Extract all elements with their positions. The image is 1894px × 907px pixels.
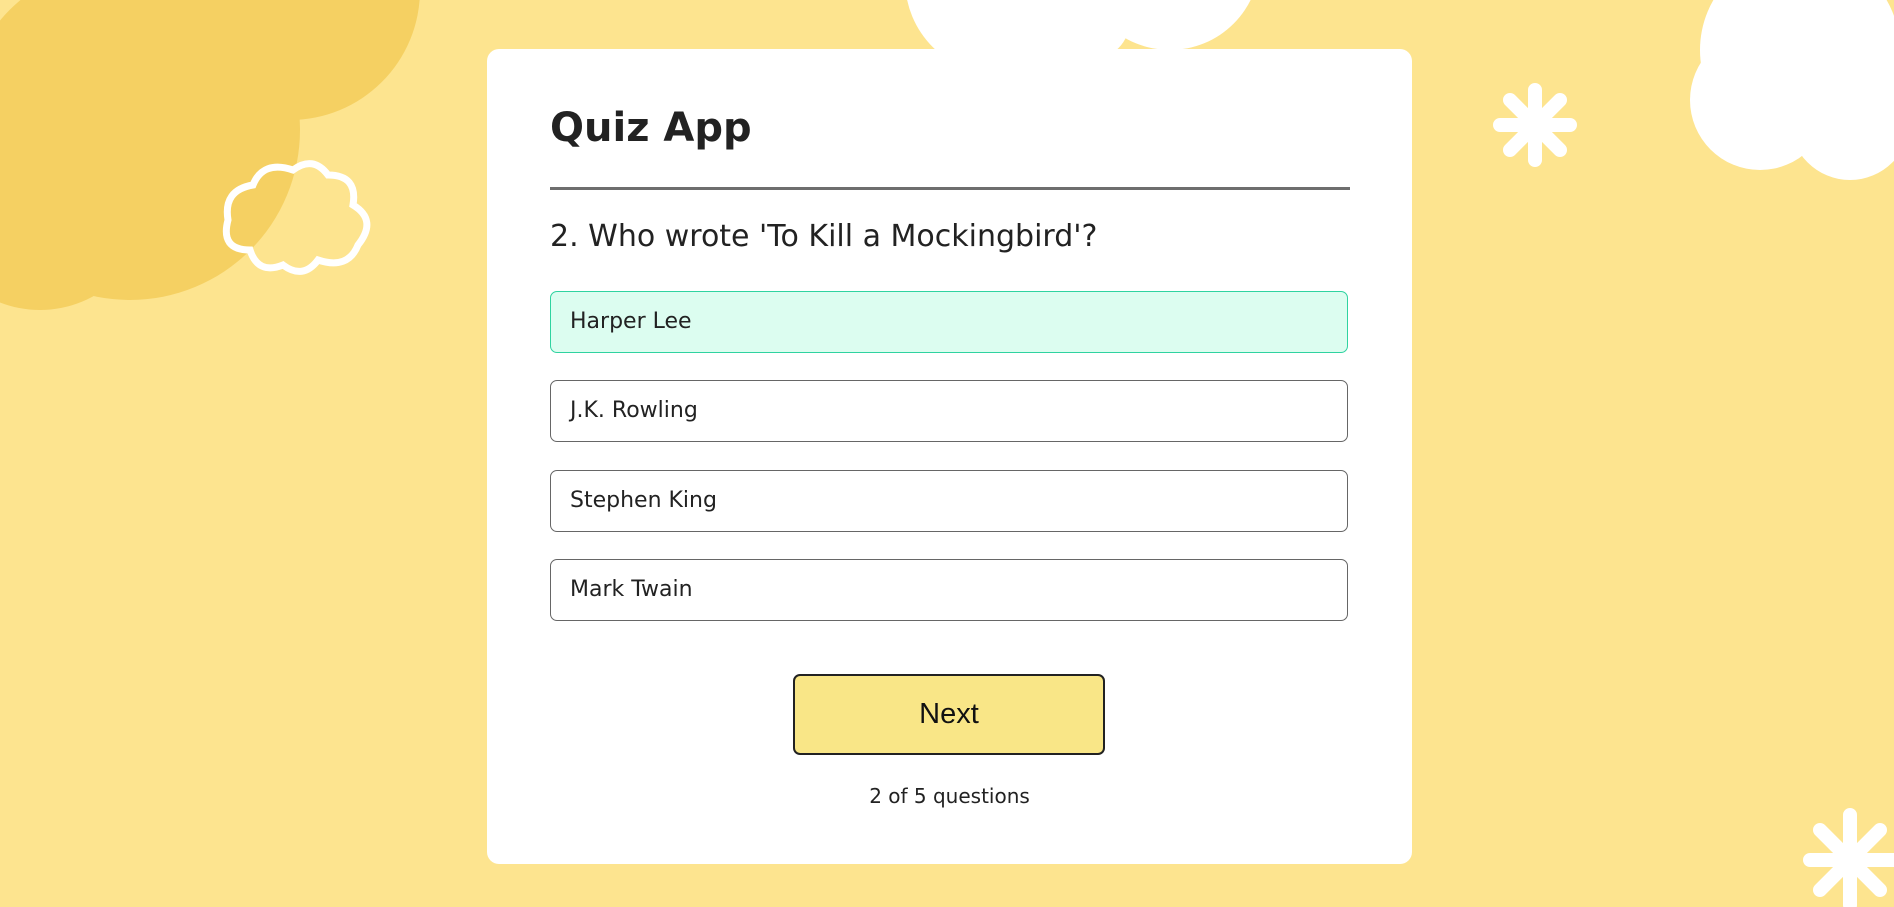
sun-blob xyxy=(0,0,420,310)
answer-option-stephen-king[interactable]: Stephen King xyxy=(550,470,1348,532)
answer-option-jk-rowling[interactable]: J.K. Rowling xyxy=(550,380,1348,442)
question-text: 2. Who wrote 'To Kill a Mockingbird'? xyxy=(550,219,1098,254)
next-button[interactable]: Next xyxy=(793,674,1105,755)
question-counter: 2 of 5 questions xyxy=(869,784,1030,808)
quiz-card: Quiz App 2. Who wrote 'To Kill a Mocking… xyxy=(487,49,1412,864)
app-title: Quiz App xyxy=(550,105,752,151)
flower-icon xyxy=(1493,83,1894,907)
divider xyxy=(550,187,1350,190)
answer-option-mark-twain[interactable]: Mark Twain xyxy=(550,559,1348,621)
answer-option-harper-lee[interactable]: Harper Lee xyxy=(550,291,1348,353)
